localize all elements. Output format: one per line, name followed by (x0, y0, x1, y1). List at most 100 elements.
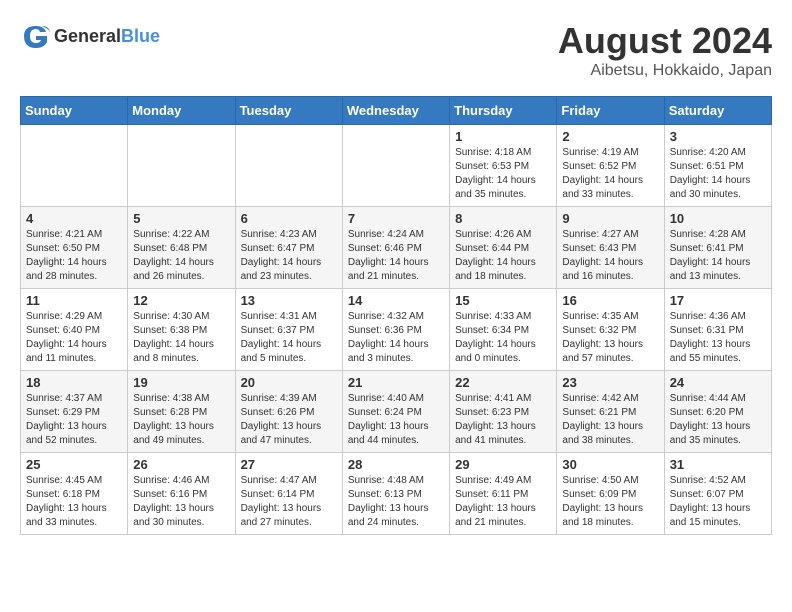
day-info: Sunrise: 4:49 AM Sunset: 6:11 PM Dayligh… (455, 474, 551, 530)
calendar-week-1: 1 Sunrise: 4:18 AM Sunset: 6:53 PM Daylig… (21, 125, 772, 207)
day-number: 29 (455, 457, 551, 472)
page-header: GeneralBlue August 2024 Aibetsu, Hokkaid… (20, 20, 772, 80)
calendar-cell: 18Sunrise: 4:37 AM Sunset: 6:29 PM Dayli… (21, 371, 128, 453)
calendar-cell: 31 Sunrise: 4:52 AM Sunset: 6:07 PM Dayli… (664, 453, 771, 535)
day-info: Sunrise: 4:39 AM Sunset: 6:26 PM Dayligh… (241, 392, 337, 448)
calendar-cell: 14 Sunrise: 4:32 AM Sunset: 6:36 PM Dayli… (342, 289, 449, 371)
calendar-cell: 20 Sunrise: 4:39 AM Sunset: 6:26 PM Dayli… (235, 371, 342, 453)
day-info: Sunrise: 4:32 AM Sunset: 6:36 PM Dayligh… (348, 310, 444, 366)
calendar-cell: 11 Sunrise: 4:29 AM Sunset: 6:40 PM Dayli… (21, 289, 128, 371)
day-number: 8 (455, 211, 551, 226)
day-info: Sunrise: 4:20 AM Sunset: 6:51 PM Dayligh… (670, 146, 766, 202)
calendar-cell: 26 Sunrise: 4:46 AM Sunset: 6:16 PM Dayli… (128, 453, 235, 535)
calendar-cell: 17 Sunrise: 4:36 AM Sunset: 6:31 PM Dayli… (664, 289, 771, 371)
day-number: 21 (348, 375, 444, 390)
day-number: 1 (455, 129, 551, 144)
day-info: Sunrise: 4:30 AM Sunset: 6:38 PM Dayligh… (133, 310, 229, 366)
day-number: 22 (455, 375, 551, 390)
calendar-cell: 19 Sunrise: 4:38 AM Sunset: 6:28 PM Dayli… (128, 371, 235, 453)
calendar-cell: 1 Sunrise: 4:18 AM Sunset: 6:53 PM Daylig… (450, 125, 557, 207)
day-info: Sunrise: 4:24 AM Sunset: 6:46 PM Dayligh… (348, 228, 444, 284)
day-info: Sunrise: 4:18 AM Sunset: 6:53 PM Dayligh… (455, 146, 551, 202)
weekday-header-monday: Monday (128, 97, 235, 125)
calendar-cell: 13Sunrise: 4:31 AM Sunset: 6:37 PM Dayli… (235, 289, 342, 371)
logo-text: GeneralBlue (54, 26, 160, 47)
calendar-table: SundayMondayTuesdayWednesdayThursdayFrid… (20, 96, 772, 535)
day-info: Sunrise: 4:33 AM Sunset: 6:34 PM Dayligh… (455, 310, 551, 366)
day-number: 4 (26, 211, 122, 226)
day-info: Sunrise: 4:48 AM Sunset: 6:13 PM Dayligh… (348, 474, 444, 530)
day-number: 30 (562, 457, 658, 472)
day-number: 2 (562, 129, 658, 144)
weekday-header-friday: Friday (557, 97, 664, 125)
day-number: 11 (26, 293, 122, 308)
day-info: Sunrise: 4:44 AM Sunset: 6:20 PM Dayligh… (670, 392, 766, 448)
logo: GeneralBlue (20, 20, 160, 52)
day-number: 14 (348, 293, 444, 308)
calendar-cell: 29 Sunrise: 4:49 AM Sunset: 6:11 PM Dayli… (450, 453, 557, 535)
day-info: Sunrise: 4:19 AM Sunset: 6:52 PM Dayligh… (562, 146, 658, 202)
calendar-cell (21, 125, 128, 207)
day-number: 17 (670, 293, 766, 308)
day-number: 6 (241, 211, 337, 226)
day-number: 5 (133, 211, 229, 226)
calendar-cell: 7 Sunrise: 4:24 AM Sunset: 6:46 PM Daylig… (342, 207, 449, 289)
day-number: 27 (241, 457, 337, 472)
day-info: Sunrise: 4:21 AM Sunset: 6:50 PM Dayligh… (26, 228, 122, 284)
day-number: 25 (26, 457, 122, 472)
day-info: Sunrise: 4:45 AM Sunset: 6:18 PM Dayligh… (26, 474, 122, 530)
day-info: Sunrise: 4:29 AM Sunset: 6:40 PM Dayligh… (26, 310, 122, 366)
day-number: 9 (562, 211, 658, 226)
day-info: Sunrise: 4:40 AM Sunset: 6:24 PM Dayligh… (348, 392, 444, 448)
calendar-cell: 30 Sunrise: 4:50 AM Sunset: 6:09 PM Dayli… (557, 453, 664, 535)
calendar-week-2: 4 Sunrise: 4:21 AM Sunset: 6:50 PM Daylig… (21, 207, 772, 289)
calendar-cell: 27Sunrise: 4:47 AM Sunset: 6:14 PM Dayli… (235, 453, 342, 535)
day-info: Sunrise: 4:42 AM Sunset: 6:21 PM Dayligh… (562, 392, 658, 448)
calendar-cell: 21 Sunrise: 4:40 AM Sunset: 6:24 PM Dayli… (342, 371, 449, 453)
calendar-cell: 22 Sunrise: 4:41 AM Sunset: 6:23 PM Dayli… (450, 371, 557, 453)
calendar-cell: 12 Sunrise: 4:30 AM Sunset: 6:38 PM Dayli… (128, 289, 235, 371)
calendar-cell: 9Sunrise: 4:27 AM Sunset: 6:43 PM Daylig… (557, 207, 664, 289)
calendar-cell: 16 Sunrise: 4:35 AM Sunset: 6:32 PM Dayli… (557, 289, 664, 371)
day-info: Sunrise: 4:52 AM Sunset: 6:07 PM Dayligh… (670, 474, 766, 530)
logo-icon (20, 20, 52, 52)
calendar-cell: 10 Sunrise: 4:28 AM Sunset: 6:41 PM Dayli… (664, 207, 771, 289)
weekday-header-thursday: Thursday (450, 97, 557, 125)
calendar-week-5: 25 Sunrise: 4:45 AM Sunset: 6:18 PM Dayli… (21, 453, 772, 535)
calendar-cell: 2 Sunrise: 4:19 AM Sunset: 6:52 PM Daylig… (557, 125, 664, 207)
day-number: 19 (133, 375, 229, 390)
day-info: Sunrise: 4:35 AM Sunset: 6:32 PM Dayligh… (562, 310, 658, 366)
calendar-cell: 4 Sunrise: 4:21 AM Sunset: 6:50 PM Daylig… (21, 207, 128, 289)
weekday-header-saturday: Saturday (664, 97, 771, 125)
day-info: Sunrise: 4:36 AM Sunset: 6:31 PM Dayligh… (670, 310, 766, 366)
calendar-cell: 24Sunrise: 4:44 AM Sunset: 6:20 PM Dayli… (664, 371, 771, 453)
calendar-cell: 28Sunrise: 4:48 AM Sunset: 6:13 PM Dayli… (342, 453, 449, 535)
day-info: Sunrise: 4:46 AM Sunset: 6:16 PM Dayligh… (133, 474, 229, 530)
logo-general: General (54, 26, 121, 46)
day-info: Sunrise: 4:50 AM Sunset: 6:09 PM Dayligh… (562, 474, 658, 530)
day-number: 20 (241, 375, 337, 390)
day-number: 23 (562, 375, 658, 390)
weekday-header-wednesday: Wednesday (342, 97, 449, 125)
calendar-cell: 5 Sunrise: 4:22 AM Sunset: 6:48 PM Daylig… (128, 207, 235, 289)
calendar-cell: 3Sunrise: 4:20 AM Sunset: 6:51 PM Daylig… (664, 125, 771, 207)
day-number: 12 (133, 293, 229, 308)
calendar-cell (342, 125, 449, 207)
title-block: August 2024 Aibetsu, Hokkaido, Japan (558, 20, 772, 80)
day-info: Sunrise: 4:38 AM Sunset: 6:28 PM Dayligh… (133, 392, 229, 448)
calendar-week-3: 11 Sunrise: 4:29 AM Sunset: 6:40 PM Dayli… (21, 289, 772, 371)
day-info: Sunrise: 4:22 AM Sunset: 6:48 PM Dayligh… (133, 228, 229, 284)
weekday-header-sunday: Sunday (21, 97, 128, 125)
day-number: 31 (670, 457, 766, 472)
weekday-header-tuesday: Tuesday (235, 97, 342, 125)
day-number: 26 (133, 457, 229, 472)
day-number: 15 (455, 293, 551, 308)
day-number: 7 (348, 211, 444, 226)
location-title: Aibetsu, Hokkaido, Japan (558, 62, 772, 80)
day-info: Sunrise: 4:28 AM Sunset: 6:41 PM Dayligh… (670, 228, 766, 284)
day-number: 16 (562, 293, 658, 308)
calendar-cell: 23 Sunrise: 4:42 AM Sunset: 6:21 PM Dayli… (557, 371, 664, 453)
day-number: 10 (670, 211, 766, 226)
day-info: Sunrise: 4:41 AM Sunset: 6:23 PM Dayligh… (455, 392, 551, 448)
day-info: Sunrise: 4:23 AM Sunset: 6:47 PM Dayligh… (241, 228, 337, 284)
